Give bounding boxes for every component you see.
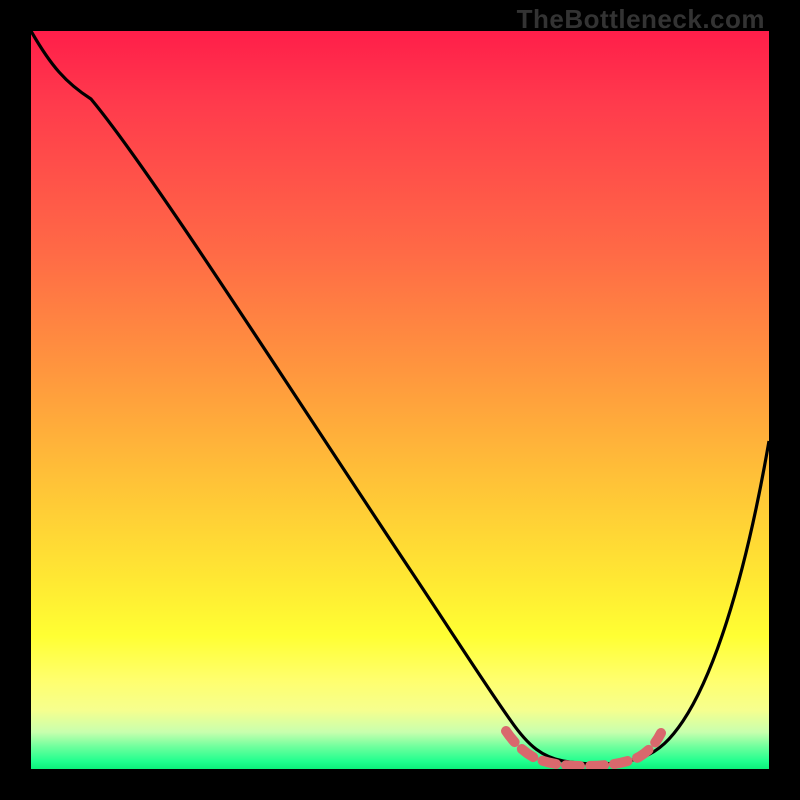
watermark: TheBottleneck.com: [517, 4, 765, 35]
bottleneck-curve: [31, 31, 769, 764]
trough-highlight: [506, 731, 661, 766]
plot-area: [31, 31, 769, 769]
chart-frame: TheBottleneck.com: [0, 0, 800, 800]
curve-layer: [31, 31, 769, 769]
